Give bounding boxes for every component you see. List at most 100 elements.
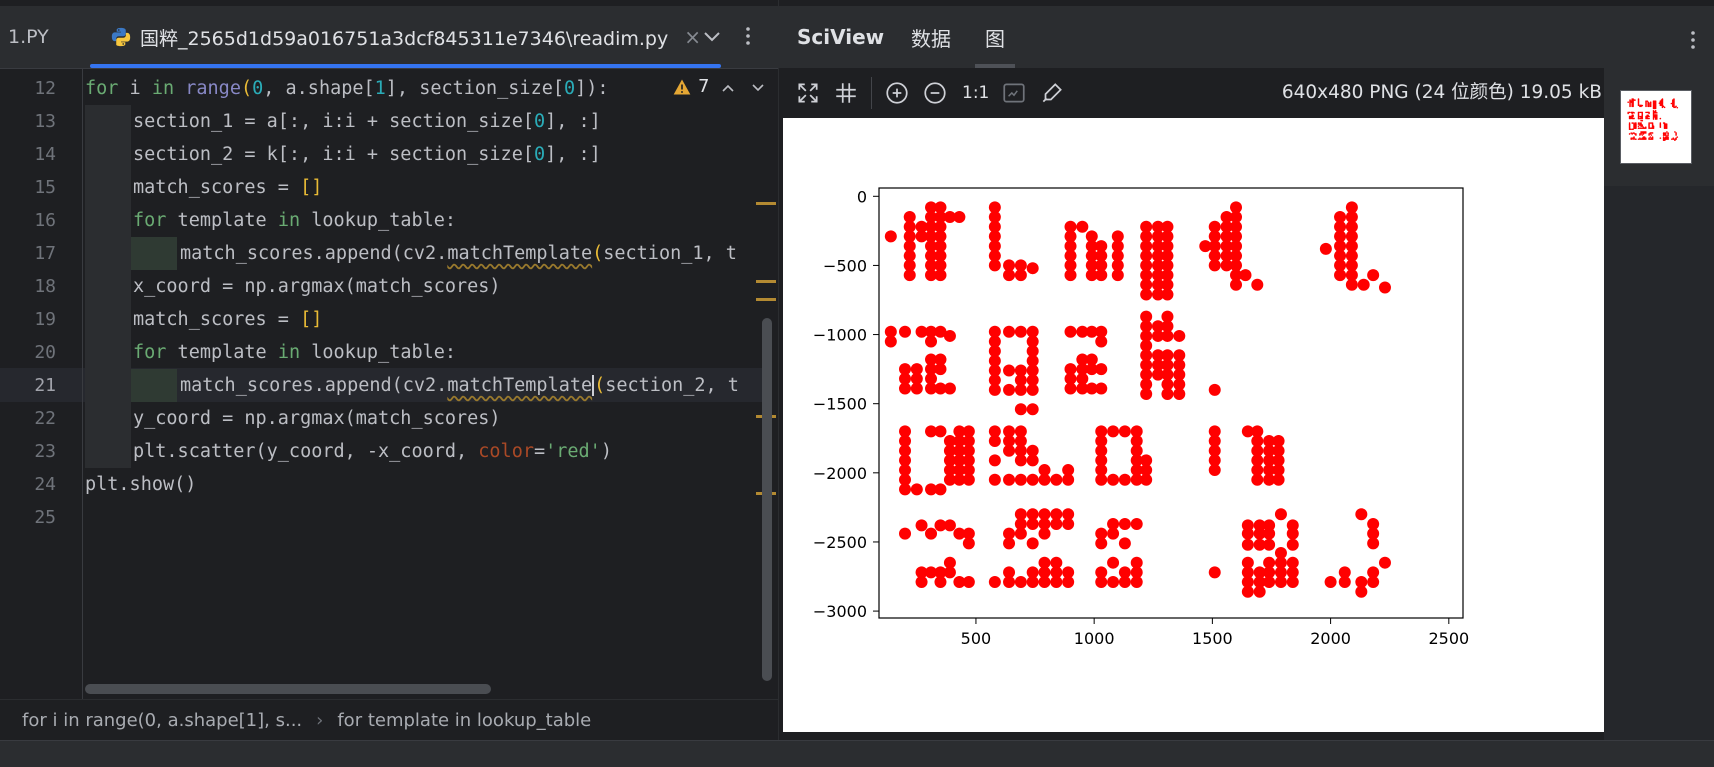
- thumbnail-point: [1628, 133, 1631, 135]
- tab-plots[interactable]: 图: [975, 6, 1015, 68]
- code-line-17[interactable]: match_scores.append(cv2.matchTemplate(se…: [180, 237, 737, 270]
- thumbnail-point: [1670, 102, 1673, 105]
- data-point: [1118, 576, 1131, 589]
- code-line-16[interactable]: for template in lookup_table:: [133, 204, 456, 237]
- code-line-24[interactable]: plt.show(): [85, 468, 196, 501]
- code-line-22[interactable]: y_coord = np.argmax(match_scores): [133, 402, 501, 435]
- thumbnail-point: [1641, 104, 1644, 107]
- actual-size-button[interactable]: 1:1: [962, 83, 989, 103]
- data-point: [925, 527, 938, 540]
- data-point: [1050, 576, 1063, 589]
- more-options-icon[interactable]: [736, 24, 760, 48]
- more-options-icon[interactable]: [1681, 28, 1705, 52]
- breadcrumb-item[interactable]: for template in lookup_table: [337, 710, 591, 731]
- code-line-15[interactable]: match_scores = []: [133, 171, 322, 204]
- code-line-13[interactable]: section_1 = a[:, i:i + section_size[0], …: [133, 105, 601, 138]
- vertical-scrollbar[interactable]: [762, 318, 772, 681]
- data-point: [903, 269, 916, 282]
- code-line-18[interactable]: x_coord = np.argmax(match_scores): [133, 270, 501, 303]
- data-point: [1130, 576, 1143, 589]
- color-picker-icon[interactable]: [1039, 80, 1065, 106]
- data-point: [1095, 473, 1108, 486]
- line-number: 16: [34, 210, 56, 231]
- code-line-20[interactable]: for template in lookup_table:: [133, 336, 456, 369]
- y-tick-label: 0: [857, 187, 867, 206]
- fit-to-window-icon[interactable]: [795, 80, 821, 106]
- thumbnail-point: [1629, 117, 1632, 120]
- background-toggle-icon[interactable]: [1001, 80, 1027, 106]
- data-point: [1095, 576, 1108, 589]
- tab-1py[interactable]: 1.PY: [8, 6, 49, 68]
- data-point: [1140, 388, 1153, 401]
- data-point: [1251, 278, 1264, 291]
- data-point: [988, 259, 1001, 272]
- thumbnail-point: [1675, 105, 1677, 108]
- editor-tab-bar: 1.PY 国粹_2565d1d59a016751a3dcf845311e7346…: [0, 6, 778, 69]
- thumbnail-point: [1648, 112, 1650, 115]
- data-point: [1026, 537, 1039, 550]
- code-line-21[interactable]: match_scores.append(cv2.matchTemplate (se…: [180, 369, 739, 402]
- data-point: [1038, 527, 1051, 540]
- data-point: [910, 382, 923, 395]
- warning-marker[interactable]: [756, 280, 776, 283]
- data-point: [1357, 278, 1370, 291]
- thumbnail-selected[interactable]: [1604, 68, 1714, 186]
- data-point: [962, 473, 975, 486]
- line-number: 23: [34, 441, 56, 462]
- data-point: [1208, 566, 1221, 579]
- indent-guide: [85, 105, 131, 138]
- data-point: [1026, 517, 1039, 530]
- code-line-14[interactable]: section_2 = k[:, i:i + section_size[0], …: [133, 138, 601, 171]
- plot-thumbnail[interactable]: [1620, 90, 1692, 164]
- thumbnail-point: [1637, 117, 1640, 120]
- data-point: [1140, 288, 1153, 301]
- code-line-12[interactable]: for i in range(0, a.shape[1], section_si…: [85, 72, 609, 105]
- tab-readim-py[interactable]: 国粹_2565d1d59a016751a3dcf845311e7346\read…: [90, 6, 721, 68]
- data-point: [899, 325, 912, 338]
- data-point: [1076, 220, 1089, 233]
- thumbnail-point: [1639, 115, 1641, 118]
- code-line-23[interactable]: plt.scatter(y_coord, -x_coord, color='re…: [133, 435, 612, 468]
- chevron-down-icon[interactable]: [700, 24, 724, 48]
- data-point: [1003, 576, 1016, 589]
- zoom-out-icon[interactable]: [922, 80, 948, 106]
- breadcrumb-item[interactable]: for i in range(0, a.shape[1], s...: [22, 710, 302, 731]
- previous-highlight-icon[interactable]: [720, 80, 736, 96]
- toolbar-separator: [871, 77, 872, 109]
- thumbnail-point: [1656, 118, 1658, 120]
- data-point: [953, 211, 966, 224]
- data-point: [1118, 425, 1131, 438]
- thumbnail-point: [1629, 105, 1631, 108]
- indent-guide: [85, 402, 131, 435]
- warning-marker[interactable]: [756, 298, 776, 301]
- data-point: [1003, 473, 1016, 486]
- code-line-19[interactable]: match_scores = []: [133, 303, 322, 336]
- zoom-in-icon[interactable]: [884, 80, 910, 106]
- data-point: [988, 454, 1001, 467]
- thumbnail-point: [1675, 138, 1677, 140]
- data-point: [1014, 527, 1027, 540]
- data-point: [1161, 288, 1174, 301]
- next-highlight-icon[interactable]: [750, 80, 766, 96]
- data-point: [884, 230, 897, 243]
- thumbnail-point: [1659, 137, 1662, 139]
- data-point: [899, 483, 912, 496]
- horizontal-scrollbar[interactable]: [85, 684, 491, 694]
- warning-marker[interactable]: [756, 202, 776, 205]
- data-point: [1208, 464, 1221, 477]
- data-point: [1062, 576, 1075, 589]
- line-number: 20: [34, 342, 56, 363]
- thumbnail-point: [1637, 125, 1640, 127]
- tab-data[interactable]: 数据: [911, 6, 951, 68]
- chevron-right-icon: ›: [316, 710, 324, 731]
- data-point: [1003, 383, 1016, 396]
- warnings-indicator[interactable]: 7: [672, 76, 709, 97]
- close-icon[interactable]: ×: [684, 25, 701, 49]
- data-point: [1253, 585, 1266, 598]
- plot-image[interactable]: 500 1000 1500 2000 2500 0 −500 −1000 −1500 −2000 −…: [783, 118, 1604, 732]
- thumbnail-point: [1633, 112, 1635, 114]
- data-point: [1378, 556, 1391, 569]
- grid-icon[interactable]: [833, 80, 859, 106]
- data-point: [1208, 259, 1221, 272]
- data-point: [962, 537, 975, 550]
